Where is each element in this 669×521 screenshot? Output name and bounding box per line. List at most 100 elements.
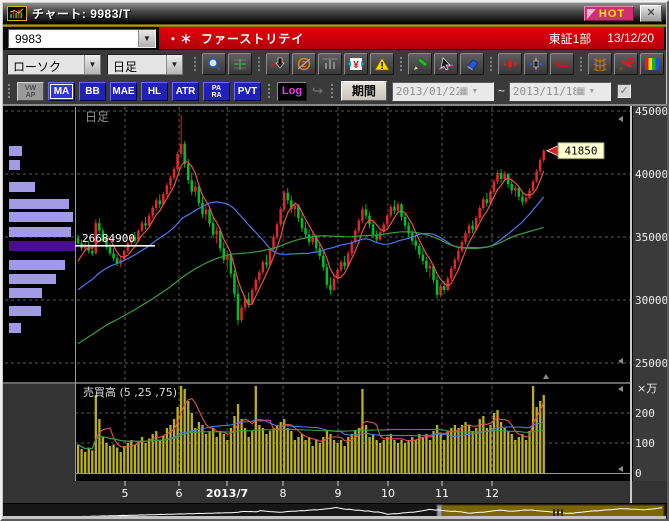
date-from-field[interactable]: ▦ ▼ [392,82,494,101]
calendar-icon: ▦ [459,86,468,97]
chevron-down-icon[interactable] [166,55,182,74]
rainbow-button[interactable] [640,53,664,75]
market-label: 東証1部 [549,30,592,47]
toolbar-grip [266,82,272,100]
date-from-input[interactable] [393,85,459,98]
rainbow-icon [644,57,660,71]
candle-shrink-icon [502,57,518,71]
toolbar-grip [6,82,12,100]
chart-canvas[interactable]: 4500040000350003000025000×万2001000562013… [3,105,668,521]
chart-type-combobox[interactable]: ローソク [7,54,101,75]
svg-text:日足: 日足 [85,110,109,124]
yen-axis-button[interactable]: ¥ [344,53,368,75]
toggle-hl[interactable]: HL [141,82,168,101]
date-to-input[interactable] [510,85,576,98]
yen-axis-icon: ¥ [348,57,364,71]
svg-text:8: 8 [280,487,287,500]
compare-2-icon: 2 [296,57,312,71]
net-button[interactable] [588,53,612,75]
svg-text:10: 10 [381,487,395,500]
toolbar-grip [256,55,262,73]
chart-window: チャート: 9983/T HOT ✕ 9983 ・＊ ファーストリテイ 東証1部… [0,0,669,521]
chart-disabled-icon [322,57,338,71]
tools-button[interactable] [614,53,638,75]
log-scale-button[interactable]: Log [277,82,307,101]
svg-text:100: 100 [635,437,655,450]
compare-2-button[interactable]: 2 [292,53,316,75]
pencil-button[interactable] [408,53,432,75]
chart-type-value[interactable]: ローソク [8,55,84,74]
zoom-button[interactable] [202,53,226,75]
cursor-icon [438,57,454,71]
toolbar-grip [192,55,198,73]
indicator-bar: VW AP MA BB MAE HL ATR PA RA PVT Log ↪ 期… [3,78,666,104]
toolbar-grip [329,82,335,100]
timeframe-value[interactable]: 日足 [108,55,166,74]
toggle-mae[interactable]: MAE [110,82,137,101]
svg-text:6: 6 [176,487,183,500]
pencil-icon [412,57,428,71]
close-button[interactable]: ✕ [640,5,662,22]
svg-text:25000: 25000 [635,357,668,370]
save-chart-icon [270,57,286,71]
toggle-ma[interactable]: MA [48,82,75,101]
title-bar[interactable]: チャート: 9983/T HOT ✕ [3,3,666,24]
calendar-icon: ▦ [576,86,585,97]
quote-row: 9983 ・＊ ファーストリテイ 東証1部 13/12/20 [3,27,666,50]
stock-name-banner: ・＊ ファーストリテイ 東証1部 13/12/20 [159,27,664,49]
toggle-pivot[interactable]: PVT [234,82,261,101]
period-button[interactable]: 期間 [341,81,387,101]
alert-button[interactable] [370,53,394,75]
svg-text:11: 11 [435,487,449,500]
grid-button[interactable] [228,53,252,75]
hot-badge[interactable]: HOT [584,6,634,21]
svg-text:12: 12 [485,487,499,500]
hot-label: HOT [599,8,625,20]
range-checkbox[interactable] [617,84,631,98]
save-chart-button[interactable] [266,53,290,75]
svg-text:45000: 45000 [635,105,668,118]
all-label: ALL [554,60,570,69]
svg-text:5: 5 [122,487,129,500]
svg-text:2013/7: 2013/7 [206,487,248,500]
chart-app-icon [7,6,27,21]
all-button[interactable]: ALL [550,53,574,75]
svg-text:40000: 40000 [635,168,668,181]
candle-shrink-button[interactable] [498,53,522,75]
hot-flag-icon [587,9,596,19]
svg-text:×万: ×万 [637,382,657,395]
candle-expand-icon [528,57,544,71]
chevron-down-icon[interactable] [84,55,100,74]
tools-icon [618,57,634,71]
chevron-down-icon[interactable] [138,30,155,47]
svg-text:0: 0 [635,467,642,480]
toggle-atr[interactable]: ATR [172,82,199,101]
date-to-field[interactable]: ▦ ▼ [509,82,611,101]
chart-area[interactable]: 4500040000350003000025000×万2001000562013… [3,104,668,520]
svg-text:35000: 35000 [635,231,668,244]
zoom-icon [206,57,222,71]
svg-text:41850: 41850 [564,145,597,158]
toggle-bb[interactable]: BB [79,82,106,101]
timeframe-combobox[interactable]: 日足 [107,54,183,75]
svg-text:26684900: 26684900 [82,232,135,245]
cursor-button[interactable] [434,53,458,75]
window-title: チャート: 9983/T [32,5,131,22]
stock-flags: ・＊ [167,30,193,47]
window-frame-bottom [3,516,666,519]
stock-code-combobox[interactable]: 9983 [8,29,156,48]
toggle-parabolic[interactable]: PA RA [203,82,230,101]
svg-text:2: 2 [302,60,307,69]
toolbar: ローソク 日足 2 ¥ ALL [3,50,666,78]
toolbar-grip [578,55,584,73]
chevron-down-icon: ▼ [471,88,478,95]
stock-code-value[interactable]: 9983 [9,30,138,47]
alert-icon [374,57,390,71]
eraser-button[interactable] [460,53,484,75]
net-icon [592,57,608,71]
toolbar-grip [488,55,494,73]
candle-expand-button[interactable] [524,53,548,75]
toggle-vwap[interactable]: VW AP [17,82,44,101]
svg-text:9: 9 [335,487,342,500]
chart-disabled-button[interactable] [318,53,342,75]
